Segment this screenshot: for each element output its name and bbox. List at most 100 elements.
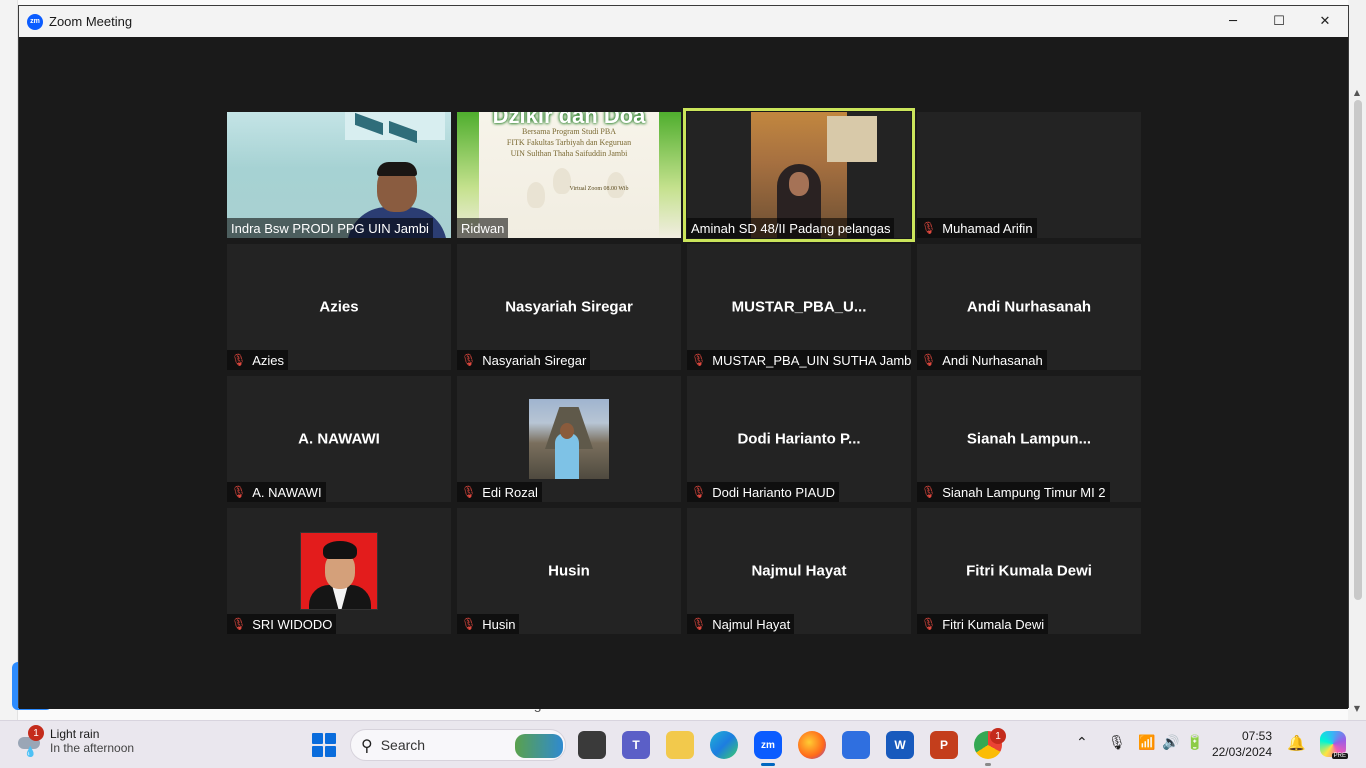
participant-tile-sianah[interactable]: Sianah Lampun... 🎙 Sianah Lampung Timur … bbox=[917, 376, 1141, 502]
teams-icon[interactable]: T bbox=[622, 731, 650, 759]
weather-badge: 1 bbox=[28, 725, 44, 741]
window-title: Zoom Meeting bbox=[49, 14, 133, 29]
participant-name-tag: Ridwan bbox=[457, 218, 509, 238]
notification-bell-icon[interactable]: 🔔 bbox=[1287, 734, 1306, 752]
search-placeholder: Search bbox=[380, 737, 426, 753]
participant-tile-husin[interactable]: Husin 🎙 Husin bbox=[457, 508, 681, 634]
participant-display-name: MUSTAR_PBA_U... bbox=[731, 298, 867, 316]
minimize-button[interactable]: ─ bbox=[1210, 6, 1256, 37]
participant-display-name: Dodi Harianto P... bbox=[737, 430, 861, 448]
search-icon: ⚲ bbox=[361, 735, 373, 755]
participant-tile-muhamad-arifin[interactable]: 🎙 Muhamad Arifin bbox=[917, 112, 1141, 238]
mic-muted-icon: 🎙 bbox=[461, 485, 477, 499]
participant-display-name: Fitri Kumala Dewi bbox=[966, 562, 1092, 580]
mic-muted-icon: 🎙 bbox=[231, 617, 247, 631]
photo-person-body bbox=[555, 433, 579, 479]
participant-tile-indra[interactable]: Indra Bsw PRODI PPG UIN Jambi bbox=[227, 112, 451, 238]
mic-muted-icon: 🎙 bbox=[231, 353, 247, 367]
rain-cloud-icon: 💧 1 bbox=[16, 725, 44, 758]
participant-tile-dodi[interactable]: Dodi Harianto P... 🎙 Dodi Harianto PIAUD bbox=[687, 376, 911, 502]
participant-name-tag: 🎙 A. NAWAWI bbox=[227, 482, 326, 502]
participant-tile-fitri[interactable]: Fitri Kumala Dewi 🎙 Fitri Kumala Dewi bbox=[917, 508, 1141, 634]
participant-name-tag: 🎙 Azies bbox=[227, 350, 289, 370]
participant-name-tag: 🎙 SRI WIDODO bbox=[227, 614, 337, 634]
title-bar[interactable]: zm Zoom Meeting ─ ☐ ✕ bbox=[19, 6, 1348, 37]
video-person-face bbox=[789, 172, 809, 196]
volume-icon[interactable]: 🔊 bbox=[1162, 735, 1179, 751]
participant-name-tag: 🎙 Sianah Lampung Timur MI 2 bbox=[917, 482, 1110, 502]
maximize-button[interactable]: ☐ bbox=[1256, 6, 1302, 37]
file-explorer-icon[interactable] bbox=[666, 731, 694, 759]
windows-logo-pane bbox=[325, 746, 336, 757]
windows-logo-pane bbox=[312, 746, 323, 757]
zoom-taskbar-icon[interactable]: zm bbox=[754, 731, 782, 759]
participant-name-tag: 🎙 Fitri Kumala Dewi bbox=[917, 614, 1049, 634]
store-icon[interactable] bbox=[842, 731, 870, 759]
chrome-badge: 1 bbox=[990, 728, 1006, 744]
wifi-icon[interactable]: 📶 bbox=[1138, 735, 1155, 751]
zoom-running-indicator bbox=[761, 763, 775, 766]
participant-name-tag: 🎙 Najmul Hayat bbox=[687, 614, 795, 634]
clock-time: 07:53 bbox=[1241, 729, 1272, 743]
video-decor-right bbox=[659, 112, 681, 238]
video-banner-subtitle: Bersama Program Studi PBA FITK Fakultas … bbox=[506, 127, 632, 158]
word-icon[interactable]: W bbox=[886, 731, 914, 759]
participant-name-tag: 🎙 Andi Nurhasanah bbox=[917, 350, 1047, 370]
participant-tile-edi[interactable]: 🎙 Edi Rozal bbox=[457, 376, 681, 502]
participant-tile-mustar[interactable]: MUSTAR_PBA_U... 🎙 MUSTAR_PBA_UIN SUTHA J… bbox=[687, 244, 911, 370]
taskbar: 💧 1 Light rain In the afternoon ⚲ Search… bbox=[0, 720, 1366, 768]
participant-name-tag: 🎙 Husin bbox=[457, 614, 520, 634]
participant-tile-nasyariah[interactable]: Nasyariah Siregar 🎙 Nasyariah Siregar bbox=[457, 244, 681, 370]
video-background-board bbox=[827, 116, 877, 162]
photo-peci-hat bbox=[323, 541, 357, 559]
close-button[interactable]: ✕ bbox=[1302, 6, 1348, 37]
copilot-badge: PRE bbox=[1331, 753, 1348, 759]
start-button[interactable] bbox=[312, 733, 336, 757]
scroll-down-arrow-icon[interactable]: ▼ bbox=[1352, 704, 1362, 713]
participant-tile-aminah[interactable]: Aminah SD 48/II Padang pelangas bbox=[683, 108, 915, 242]
powerpoint-icon[interactable]: P bbox=[930, 731, 958, 759]
background-scrollbar-thumb[interactable] bbox=[1354, 100, 1362, 600]
background-left-strip bbox=[0, 0, 18, 720]
participant-name-tag: 🎙 Muhamad Arifin bbox=[917, 218, 1037, 238]
mic-muted-icon: 🎙 bbox=[691, 353, 707, 367]
mic-muted-icon: 🎙 bbox=[461, 353, 477, 367]
participant-tile-azies[interactable]: Azies 🎙 Azies bbox=[227, 244, 451, 370]
mic-muted-icon: 🎙 bbox=[921, 617, 937, 631]
participant-display-name: Nasyariah Siregar bbox=[505, 298, 633, 316]
participant-tile-najmul[interactable]: Najmul Hayat 🎙 Najmul Hayat bbox=[687, 508, 911, 634]
participant-display-name: Azies bbox=[319, 298, 359, 316]
window-controls: ─ ☐ ✕ bbox=[1210, 6, 1348, 37]
participant-display-name: Najmul Hayat bbox=[751, 562, 847, 580]
participant-tile-andi[interactable]: Andi Nurhasanah 🎙 Andi Nurhasanah bbox=[917, 244, 1141, 370]
participant-name-tag: 🎙 Edi Rozal bbox=[457, 482, 542, 502]
participant-display-name: Husin bbox=[548, 562, 590, 580]
mic-muted-icon: 🎙 bbox=[461, 617, 477, 631]
participant-name-tag: Indra Bsw PRODI PPG UIN Jambi bbox=[227, 218, 433, 238]
scroll-up-arrow-icon[interactable]: ▲ bbox=[1352, 88, 1362, 97]
battery-icon[interactable]: 🔋 bbox=[1186, 735, 1203, 751]
mic-muted-icon: 🎙 bbox=[691, 485, 707, 499]
windows-logo-pane bbox=[325, 733, 336, 744]
participant-tile-ridwan[interactable]: Dzikir dan Doa Bersama Program Studi PBA… bbox=[457, 112, 681, 238]
video-banner-time: Virtual Zoom 08.00 Wib bbox=[569, 186, 629, 192]
edge-icon[interactable] bbox=[710, 731, 738, 759]
mic-muted-icon: 🎙 bbox=[921, 485, 937, 499]
participant-profile-photo bbox=[300, 532, 378, 610]
system-clock[interactable]: 07:53 22/03/2024 bbox=[1212, 728, 1272, 760]
windows-logo-pane bbox=[312, 733, 323, 744]
weather-widget[interactable]: 💧 1 Light rain In the afternoon bbox=[16, 725, 134, 758]
zoom-app-icon: zm bbox=[27, 13, 43, 30]
participant-tile-sri-widodo[interactable]: 🎙 SRI WIDODO bbox=[227, 508, 451, 634]
mic-muted-icon: 🎙 bbox=[921, 221, 937, 235]
search-highlight-image bbox=[515, 734, 563, 758]
gallery-grid: Indra Bsw PRODI PPG UIN Jambi Dzikir dan… bbox=[227, 108, 1141, 634]
copilot-icon[interactable]: PRE bbox=[1320, 731, 1348, 759]
task-view-icon[interactable] bbox=[578, 731, 606, 759]
participant-name-tag: 🎙 Nasyariah Siregar bbox=[457, 350, 591, 370]
firefox-icon[interactable] bbox=[798, 731, 826, 759]
participant-tile-nawawi[interactable]: A. NAWAWI 🎙 A. NAWAWI bbox=[227, 376, 451, 502]
chevron-up-icon[interactable]: ⌃ bbox=[1076, 735, 1088, 751]
microphone-icon[interactable]: 🎙 bbox=[1108, 735, 1126, 751]
taskbar-search[interactable]: ⚲ Search bbox=[350, 729, 566, 761]
